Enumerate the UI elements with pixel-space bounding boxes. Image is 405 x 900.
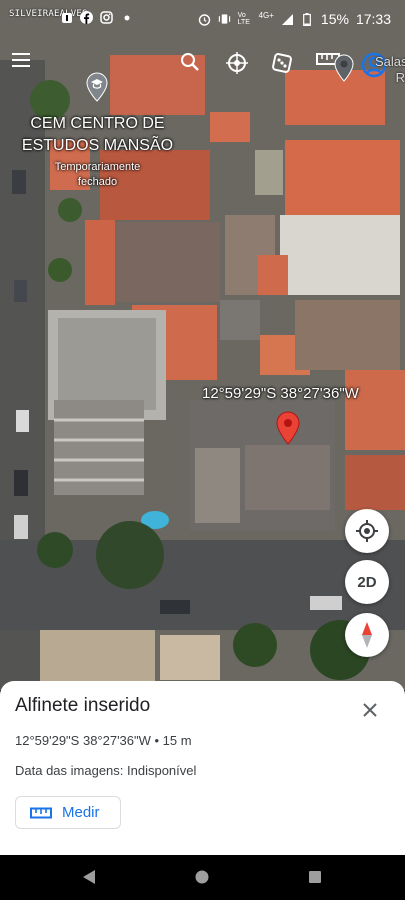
battery-percentage: 15% (320, 11, 349, 27)
home-button[interactable] (195, 870, 209, 889)
voyager-icon[interactable] (226, 52, 254, 80)
measure-button[interactable]: Medir (15, 796, 121, 829)
close-icon (363, 703, 377, 717)
alarm-icon (198, 13, 211, 26)
home-icon (195, 870, 209, 884)
my-location-button[interactable] (345, 509, 389, 553)
recents-button[interactable] (308, 870, 322, 889)
instagram-icon (100, 11, 113, 24)
search-icon[interactable] (180, 52, 208, 80)
compass-button[interactable] (345, 613, 389, 657)
back-button[interactable] (82, 869, 96, 890)
my-location-icon (356, 520, 378, 542)
signal-icon (281, 13, 294, 26)
clock: 17:33 (355, 11, 391, 27)
poi-name[interactable]: CEM CENTRO DE ESTUDOS MANSÃO (10, 113, 185, 157)
poi-status-line1: Temporariamente (54, 161, 141, 173)
map-toolbar: Salas R (0, 52, 405, 85)
network-type: 4G+ (258, 10, 274, 20)
poi-status-line2: fechado (77, 176, 118, 188)
system-indicators: Vo LTE 4G+ 15% 17:33 (198, 11, 391, 27)
view-mode-2d-button[interactable]: 2D (345, 560, 389, 604)
imagery-date: Data das imagens: Indisponível (15, 763, 197, 778)
corner-label-line1: Salas (375, 54, 405, 69)
corner-label-line2: R (395, 70, 405, 85)
poi-name-line1: CEM CENTRO DE (30, 115, 165, 132)
pin-info-sheet: Alfinete inserido 12°59'29"S 38°27'36"W … (0, 681, 405, 855)
measure-label: Medir (62, 804, 100, 821)
vibrate-icon (218, 13, 231, 26)
poi-name-line2: ESTUDOS MANSÃO (21, 137, 174, 154)
dropped-pin-icon[interactable] (276, 411, 300, 445)
status-bar: SILVEIRAEALVES Vo LTE 4G+ 15% 17:33 (0, 0, 405, 38)
dice-icon[interactable] (271, 52, 299, 80)
close-sheet-button[interactable] (359, 699, 381, 721)
pin-coordinates-label: 12°59'29"S 38°27'36"W (202, 385, 359, 402)
pin-coordinates: 12°59'29"S 38°27'36"W • 15 m (15, 733, 192, 748)
notification-icons (60, 11, 133, 24)
poi-status: Temporariamente fechado (40, 160, 155, 190)
recents-icon (309, 871, 321, 883)
back-icon (83, 870, 95, 884)
battery-icon (301, 12, 314, 26)
map-imagery (0, 0, 405, 690)
more-notifications-dot-icon (120, 11, 133, 24)
poi-school-marker[interactable] (86, 72, 108, 102)
system-nav-bar (0, 855, 405, 900)
corner-place-label: Salas R (375, 54, 405, 86)
menu-icon[interactable] (12, 52, 40, 80)
sheet-title: Alfinete inserido (15, 695, 151, 716)
facebook-icon (80, 11, 93, 24)
ruler-icon (30, 807, 52, 818)
volte-indicator: Vo LTE (237, 12, 250, 26)
place-icon[interactable] (334, 54, 362, 82)
notification-icon (60, 11, 73, 24)
satellite-map[interactable]: Salas R CEM CENTRO DE ESTUDOS MANSÃO Tem… (0, 0, 405, 690)
compass-icon (362, 622, 372, 648)
